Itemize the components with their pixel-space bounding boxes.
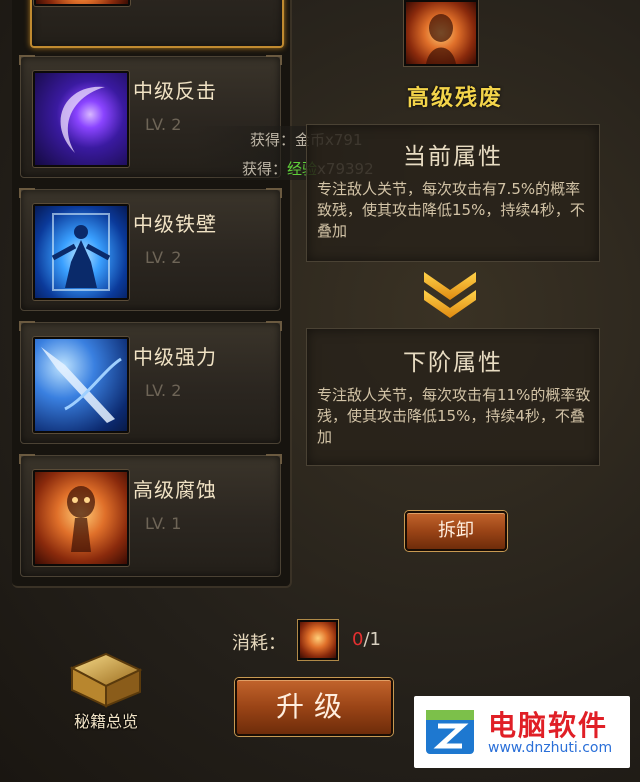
- current-attributes-text: 专注敌人关节，每次攻击有7.5%的概率致残，使其攻击降低15%，持续4秒，不叠加: [317, 180, 585, 240]
- current-attributes-heading: 当前属性: [403, 144, 503, 170]
- skill-card[interactable]: 中级强力 LV. 2: [19, 321, 282, 444]
- cripple-icon: [34, 0, 130, 6]
- rune-title: 高级残废: [406, 86, 503, 111]
- watermark-name: 电脑软件: [488, 709, 609, 742]
- dismantle-button[interactable]: 拆卸: [405, 511, 507, 551]
- watermark: 电脑软件 www.dnzhuti.com: [414, 696, 630, 768]
- skill-name: 中级铁壁: [133, 212, 217, 236]
- iron-wall-icon: [33, 204, 129, 300]
- overview-label[interactable]: 秘籍总览: [56, 708, 156, 732]
- next-attributes-box: 下阶属性 专注敌人关节，每次攻击有11%的概率致残，使其攻击降低15%，持续4秒…: [306, 328, 600, 466]
- skill-card[interactable]: 中级铁壁 LV. 2: [19, 188, 282, 311]
- next-attributes-text: 专注敌人关节，每次攻击有11%的概率致残，使其攻击降低15%，持续4秒，不叠加: [317, 386, 591, 446]
- crescent-slash-icon: [33, 71, 129, 167]
- skill-card[interactable]: 高级腐蚀 LV. 1: [19, 454, 282, 577]
- spear-strike-icon: [33, 337, 129, 433]
- card-corner: [19, 321, 35, 331]
- double-chevron-down-icon: [424, 272, 476, 318]
- cost-count: 0/1: [352, 629, 381, 650]
- cripple-icon: [404, 0, 478, 66]
- cost-need: /1: [363, 629, 381, 650]
- selected-skill-card[interactable]: [30, 0, 284, 48]
- skill-name: 中级反击: [133, 79, 217, 103]
- watermark-url: www.dnzhuti.com: [488, 740, 613, 756]
- card-corner: [266, 321, 282, 331]
- cripple-material-icon: [298, 620, 338, 660]
- corrosion-icon: [33, 470, 129, 566]
- current-attributes-box: 当前属性 专注敌人关节，每次攻击有7.5%的概率致残，使其攻击降低15%，持续4…: [306, 124, 600, 262]
- next-attributes-heading: 下阶属性: [403, 350, 503, 376]
- card-corner: [266, 454, 282, 464]
- card-corner: [19, 55, 35, 65]
- site-logo-icon: [426, 710, 474, 754]
- card-corner: [266, 188, 282, 198]
- cost-label: 消耗：: [232, 633, 286, 654]
- cost-have: 0: [352, 629, 364, 650]
- book-icon[interactable]: [62, 648, 146, 710]
- upgrade-button[interactable]: 升级: [235, 678, 393, 736]
- skill-level: LV. 2: [145, 115, 182, 134]
- skill-name: 高级腐蚀: [133, 478, 217, 502]
- skill-name: 中级强力: [133, 345, 217, 369]
- card-corner: [19, 188, 35, 198]
- card-corner: [19, 454, 35, 464]
- skill-level: LV. 2: [145, 248, 182, 267]
- skill-level: LV. 2: [145, 381, 182, 400]
- skill-level: LV. 1: [145, 514, 182, 533]
- exp-prefix: 获得：: [242, 160, 288, 178]
- card-corner: [266, 55, 282, 65]
